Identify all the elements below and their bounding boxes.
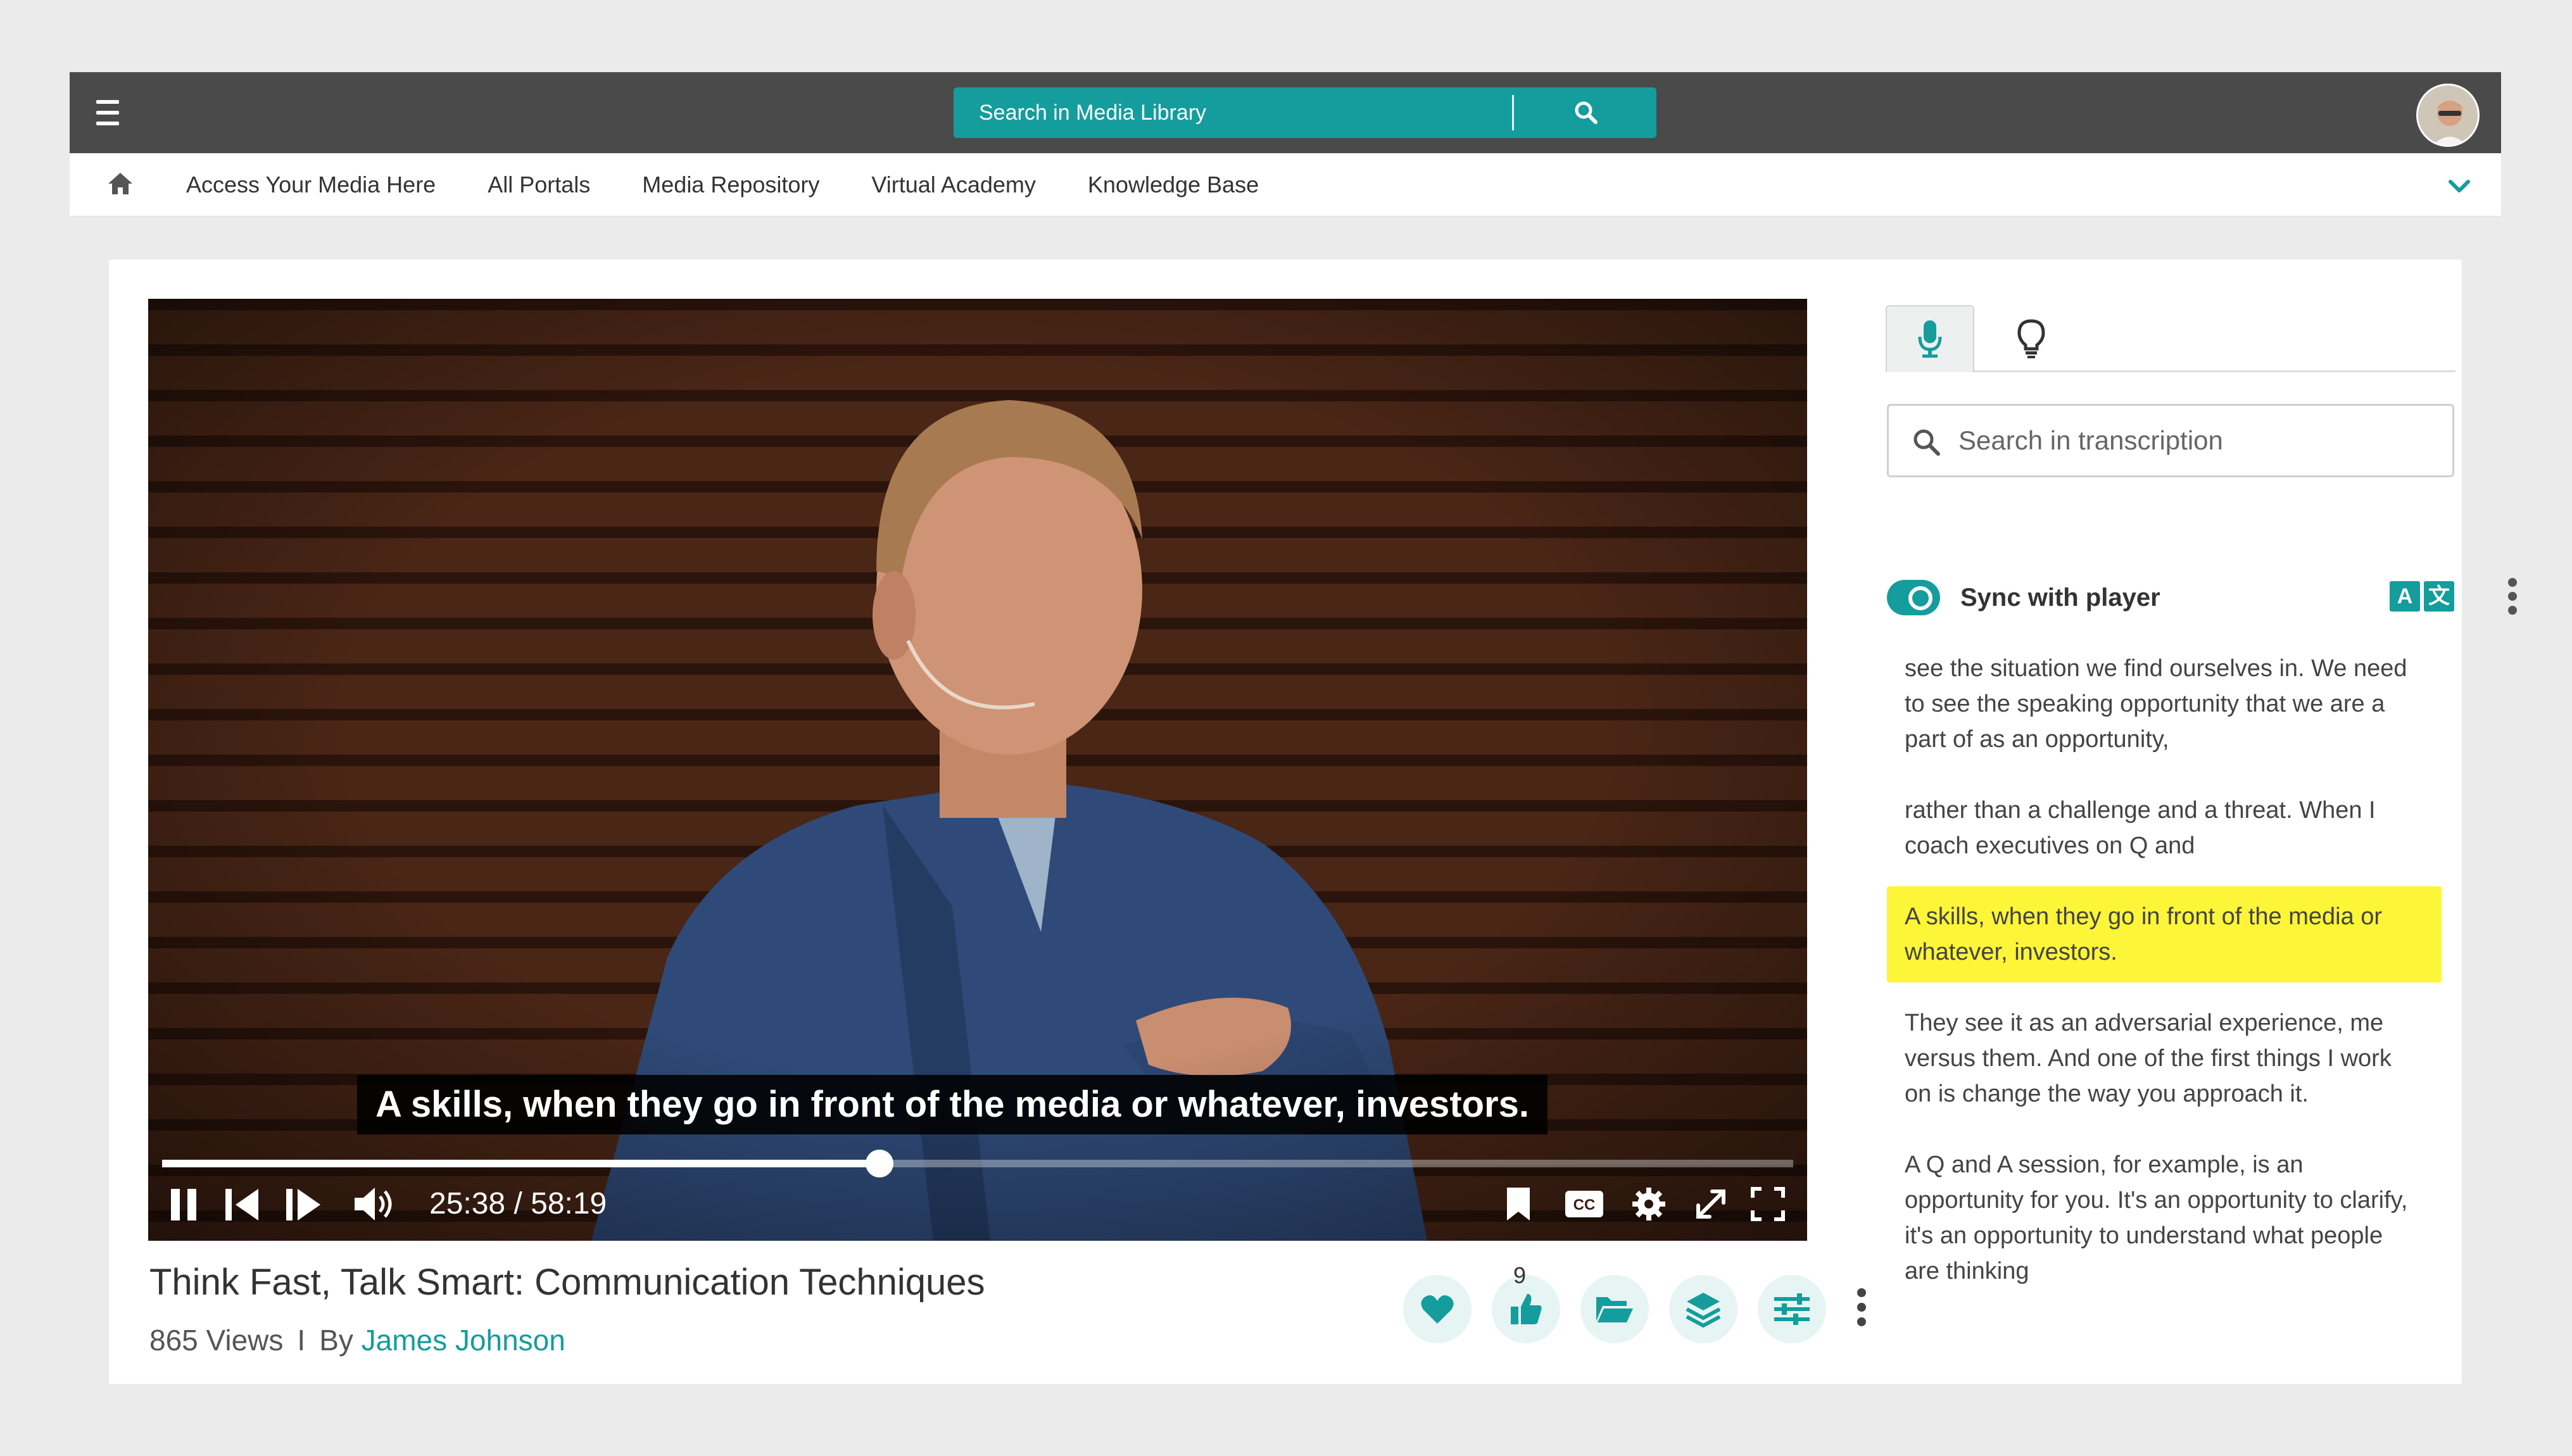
sync-toggle[interactable] <box>1887 580 1940 615</box>
transcript-segment[interactable]: see the situation we find ourselves in. … <box>1887 651 2442 757</box>
gear-icon <box>1632 1188 1665 1221</box>
transcript-segment[interactable]: A Q and A session, for example, is an op… <box>1887 1147 2442 1289</box>
nav-link-access-your-media[interactable]: Access Your Media Here <box>186 172 436 198</box>
layers-icon <box>1686 1293 1721 1328</box>
closed-captions-button[interactable]: CC <box>1564 1177 1604 1231</box>
fullscreen-button[interactable] <box>1750 1177 1786 1231</box>
transcript-list: see the situation we find ourselves in. … <box>1887 651 2442 1324</box>
chevron-down-icon[interactable] <box>2448 179 2471 194</box>
media-library-search <box>954 87 1656 138</box>
media-card: A skills, when they go in front of the m… <box>109 260 2517 1384</box>
nav-link-virtual-academy[interactable]: Virtual Academy <box>871 172 1035 198</box>
media-meta: 865 Views I By James Johnson <box>149 1323 565 1357</box>
adjustments-button[interactable] <box>1758 1275 1826 1343</box>
lightbulb-icon <box>2017 319 2045 358</box>
closed-captions-icon: CC <box>1565 1191 1603 1217</box>
forward-button[interactable] <box>284 1177 322 1231</box>
side-panel-tabs <box>1886 305 2455 372</box>
sync-label: Sync with player <box>1960 584 2160 612</box>
transcription-search <box>1887 404 2454 477</box>
media-library-search-input[interactable] <box>954 87 1512 138</box>
view-count: 865 Views <box>149 1324 284 1357</box>
expand-icon <box>1696 1189 1725 1219</box>
step-forward-icon <box>286 1189 320 1221</box>
volume-button[interactable] <box>352 1177 396 1231</box>
search-button[interactable] <box>1516 87 1656 138</box>
language-source-button[interactable]: A <box>2390 581 2420 612</box>
time-display: 25:38 / 58:19 <box>429 1187 607 1221</box>
search-icon <box>1575 101 1598 124</box>
bookmark-button[interactable] <box>1504 1177 1532 1231</box>
nav-link-media-repository[interactable]: Media Repository <box>642 172 819 198</box>
hamburger-icon[interactable] <box>96 100 119 125</box>
step-back-icon <box>225 1189 258 1221</box>
progress-bar[interactable] <box>162 1150 1793 1177</box>
volume-icon <box>355 1188 392 1221</box>
language-translate-button[interactable]: 文 <box>2424 581 2454 612</box>
sync-toggle-knob <box>1908 586 1932 610</box>
fullscreen-icon <box>1751 1187 1785 1221</box>
video-player[interactable]: A skills, when they go in front of the m… <box>148 299 1807 1241</box>
expand-button[interactable] <box>1693 1177 1729 1231</box>
top-bar <box>70 72 2501 153</box>
app-window: Access Your Media Here All Portals Media… <box>70 72 2517 1384</box>
microphone-icon <box>1918 320 1942 358</box>
transcription-search-input[interactable] <box>1958 406 2440 475</box>
add-to-folder-button[interactable] <box>1580 1275 1649 1343</box>
author-link[interactable]: James Johnson <box>362 1324 565 1357</box>
tab-insights[interactable] <box>1987 305 2076 372</box>
favorite-button[interactable] <box>1403 1275 1472 1343</box>
rewind-button[interactable] <box>223 1177 261 1231</box>
nav-links: Access Your Media Here All Portals Media… <box>186 153 1311 217</box>
home-icon[interactable] <box>106 171 134 196</box>
pause-button[interactable] <box>167 1177 201 1231</box>
transcript-more-icon[interactable] <box>2506 576 2519 617</box>
by-label: By <box>319 1324 353 1357</box>
search-divider <box>1512 95 1514 130</box>
transcript-segment[interactable]: rather than a challenge and a threat. Wh… <box>1887 793 2442 863</box>
sliders-icon <box>1774 1293 1810 1325</box>
tab-transcription[interactable] <box>1886 305 1974 372</box>
media-title: Think Fast, Talk Smart: Communication Te… <box>149 1262 985 1303</box>
nav-link-all-portals[interactable]: All Portals <box>488 172 590 198</box>
nav-link-knowledge-base[interactable]: Knowledge Base <box>1088 172 1259 198</box>
transcript-segment-active[interactable]: A skills, when they go in front of the m… <box>1887 886 2442 982</box>
search-icon <box>1913 429 1940 456</box>
progress-fill <box>162 1160 880 1167</box>
settings-button[interactable] <box>1631 1177 1667 1231</box>
meta-separator: I <box>297 1324 306 1357</box>
svg-text:CC: CC <box>1573 1196 1596 1214</box>
nav-bar: Access Your Media Here All Portals Media… <box>70 153 2501 217</box>
video-caption: A skills, when they go in front of the m… <box>357 1075 1548 1134</box>
user-avatar[interactable] <box>2416 84 2480 147</box>
heart-icon <box>1421 1295 1454 1324</box>
transcript-segment[interactable]: They see it as an adversarial experience… <box>1887 1005 2442 1112</box>
folder-open-icon <box>1596 1297 1633 1322</box>
more-options-icon[interactable] <box>1855 1285 1868 1329</box>
pause-icon <box>171 1189 196 1221</box>
add-to-playlist-button[interactable] <box>1669 1275 1737 1343</box>
thumbs-up-icon <box>1511 1294 1542 1324</box>
bookmark-icon <box>1507 1188 1530 1221</box>
like-count: 9 <box>1513 1262 1527 1288</box>
